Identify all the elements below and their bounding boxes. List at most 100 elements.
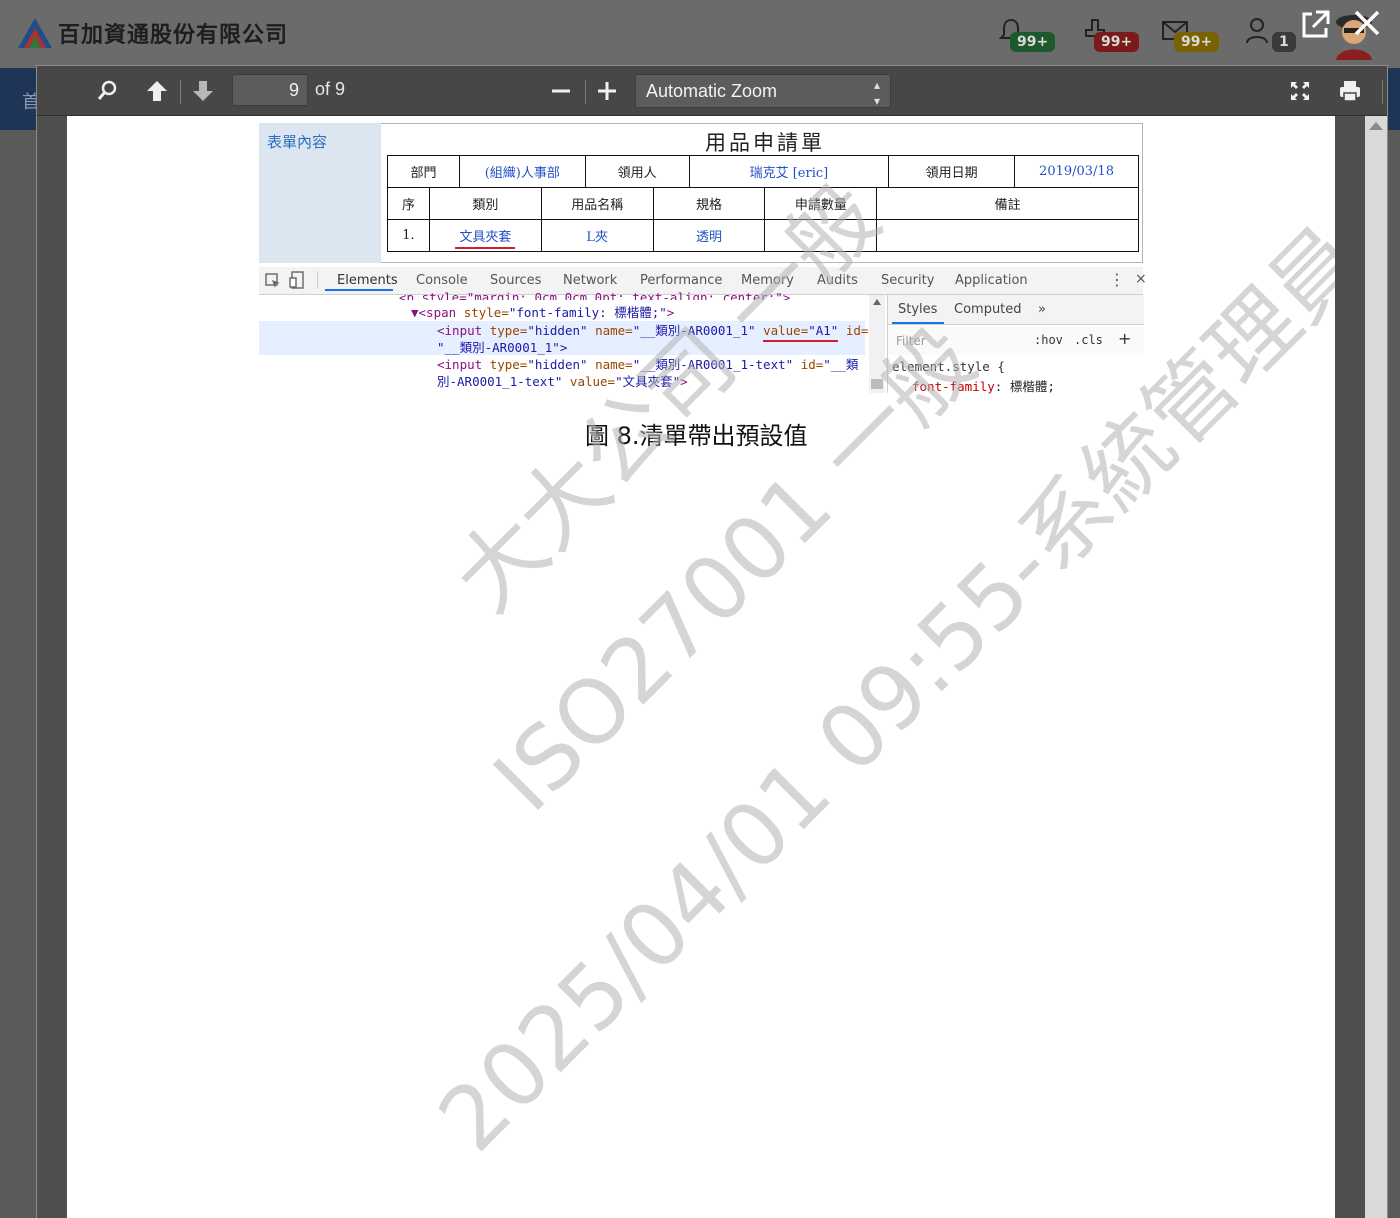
fullscreen-icon — [1291, 82, 1309, 100]
devtools-panel: Elements Console Sources Network Perform… — [259, 263, 1147, 395]
inspect-icon[interactable] — [265, 273, 281, 289]
messages-badge: 99+ — [1174, 32, 1220, 52]
arrow-down-icon — [193, 81, 213, 101]
toolbar-divider — [180, 80, 181, 104]
notifications-badge: 99+ — [1010, 32, 1056, 52]
device-toolbar-icon[interactable] — [289, 271, 305, 289]
tasks-button[interactable]: 99+ — [1080, 16, 1140, 60]
pdf-viewer: 9 of 9 Automatic Zoom ▴ ▾ 表單內容 用品申請單 部門 … — [36, 65, 1388, 1218]
seq-cell: 1. — [387, 219, 430, 252]
app-header: 百加資通股份有限公司 99+ 99+ 99+ 1 — [0, 0, 1400, 68]
table-row: 1. 文具夾套 L夾 透明 — [387, 219, 1139, 252]
dom-line[interactable]: <p style="margin: 0cm 0cm 0pt; text-alig… — [399, 290, 790, 300]
style-selector[interactable]: element.style { — [892, 359, 1005, 374]
active-tab-indicator — [325, 289, 393, 291]
tab-security[interactable]: Security — [881, 273, 934, 288]
tab-sources[interactable]: Sources — [490, 273, 541, 288]
dept-label: 部門 — [387, 155, 460, 188]
toolbar-divider — [585, 80, 586, 104]
filter-input[interactable]: Filter — [896, 334, 926, 348]
page-count-label: of 9 — [315, 79, 346, 99]
hov-toggle[interactable]: :hov — [1034, 333, 1063, 347]
embedded-screenshot: 表單內容 用品申請單 部門 (組織)人事部 領用人 瑞克艾 [eric] 領用日… — [259, 123, 1147, 401]
form-content-label: 表單內容 — [267, 133, 328, 151]
value-highlight: value="A1" — [763, 323, 839, 342]
zoom-select[interactable]: Automatic Zoom ▴ ▾ — [635, 74, 891, 108]
tab-memory[interactable]: Memory — [741, 273, 794, 288]
pdf-toolbar: 9 of 9 Automatic Zoom ▴ ▾ — [37, 66, 1387, 116]
notifications-button[interactable]: 99+ — [996, 16, 1056, 60]
tasks-badge: 99+ — [1094, 32, 1140, 52]
presentation-mode-button[interactable] — [1285, 76, 1315, 106]
next-page-button[interactable] — [188, 76, 218, 106]
tab-application[interactable]: Application — [955, 273, 1028, 288]
search-icon — [97, 80, 117, 100]
scroll-thumb[interactable] — [871, 379, 883, 389]
table-row: 序 類別 用品名稱 規格 申請數量 備註 — [387, 187, 1139, 220]
tab-styles[interactable]: Styles — [898, 302, 937, 317]
category-cell: 文具夾套 — [428, 219, 542, 252]
recipient-value: 瑞克艾 [eric] — [688, 155, 890, 188]
close-icon[interactable] — [1350, 6, 1384, 40]
tab-computed[interactable]: Computed — [954, 302, 1022, 317]
user-icon — [1246, 18, 1268, 44]
col-header: 類別 — [428, 187, 542, 220]
logo-mark-icon — [18, 18, 52, 48]
scroll-up-icon — [873, 299, 881, 305]
find-button[interactable] — [92, 76, 122, 106]
col-header: 序 — [387, 187, 430, 220]
scroll-up-icon[interactable] — [1369, 122, 1383, 130]
print-button[interactable] — [1335, 76, 1365, 106]
col-header: 備註 — [876, 187, 1139, 220]
company-name: 百加資通股份有限公司 — [58, 23, 289, 48]
document-viewport[interactable]: 表單內容 用品申請單 部門 (組織)人事部 領用人 瑞克艾 [eric] 領用日… — [37, 116, 1387, 1218]
note-cell — [876, 219, 1139, 252]
plus-icon — [598, 82, 616, 100]
messages-button[interactable]: 99+ — [1160, 16, 1220, 60]
col-header: 規格 — [652, 187, 766, 220]
styles-tabbar: Styles Computed » — [888, 295, 1144, 325]
arrow-up-icon — [147, 81, 167, 101]
users-button[interactable]: 1 — [1244, 16, 1304, 60]
form-title: 用品申請單 — [705, 131, 825, 155]
more-tabs-icon[interactable]: » — [1038, 302, 1046, 317]
zoom-select-value: Automatic Zoom — [646, 81, 778, 101]
more-options-icon[interactable]: ⋮ — [1109, 270, 1125, 289]
active-tab-indicator — [892, 322, 944, 324]
elements-scrollbar[interactable] — [869, 295, 885, 393]
tab-console[interactable]: Console — [416, 273, 468, 288]
tab-performance[interactable]: Performance — [640, 273, 722, 288]
close-devtools-icon[interactable]: × — [1135, 271, 1147, 287]
document-scrollbar[interactable] — [1365, 116, 1387, 1218]
item-name-cell: L夾 — [540, 219, 654, 252]
category-value[interactable]: 文具夾套 — [455, 230, 516, 249]
zoom-out-button[interactable] — [546, 76, 576, 106]
toolbar-divider — [1382, 80, 1383, 104]
zoom-in-button[interactable] — [592, 76, 622, 106]
tab-elements[interactable]: Elements — [337, 273, 398, 288]
select-arrows-icon: ▴ ▾ — [873, 78, 880, 108]
previous-page-button[interactable] — [142, 76, 172, 106]
col-header: 申請數量 — [764, 187, 878, 220]
cls-toggle[interactable]: .cls — [1074, 333, 1103, 347]
spec-cell: 透明 — [652, 219, 766, 252]
dept-value: (組織)人事部 — [458, 155, 586, 188]
printer-icon — [1340, 81, 1360, 102]
tab-divider — [317, 271, 318, 289]
recipient-label: 領用人 — [584, 155, 690, 188]
company-logo[interactable]: 百加資通股份有限公司 — [16, 16, 288, 50]
style-declaration[interactable]: font-family: 標楷體; — [912, 376, 1055, 395]
col-header: 用品名稱 — [540, 187, 654, 220]
dom-line[interactable]: 別-AR0001_1-text" value="文具夾套"> — [437, 371, 688, 390]
tab-network[interactable]: Network — [563, 273, 617, 288]
dom-line[interactable]: ▼<span style="font-family: 標楷體;"> — [411, 302, 674, 321]
form-items-table: 序 類別 用品名稱 規格 申請數量 備註 1. 文具夾套 L夾 透明 — [387, 187, 1139, 252]
new-rule-button[interactable]: + — [1118, 329, 1131, 348]
minus-icon — [552, 89, 570, 93]
page-number-input[interactable]: 9 — [232, 74, 308, 106]
tab-audits[interactable]: Audits — [817, 273, 858, 288]
open-external-icon[interactable] — [1298, 8, 1332, 42]
date-label: 領用日期 — [888, 155, 1016, 188]
qty-cell — [764, 219, 878, 252]
date-value: 2019/03/18 — [1014, 155, 1139, 188]
